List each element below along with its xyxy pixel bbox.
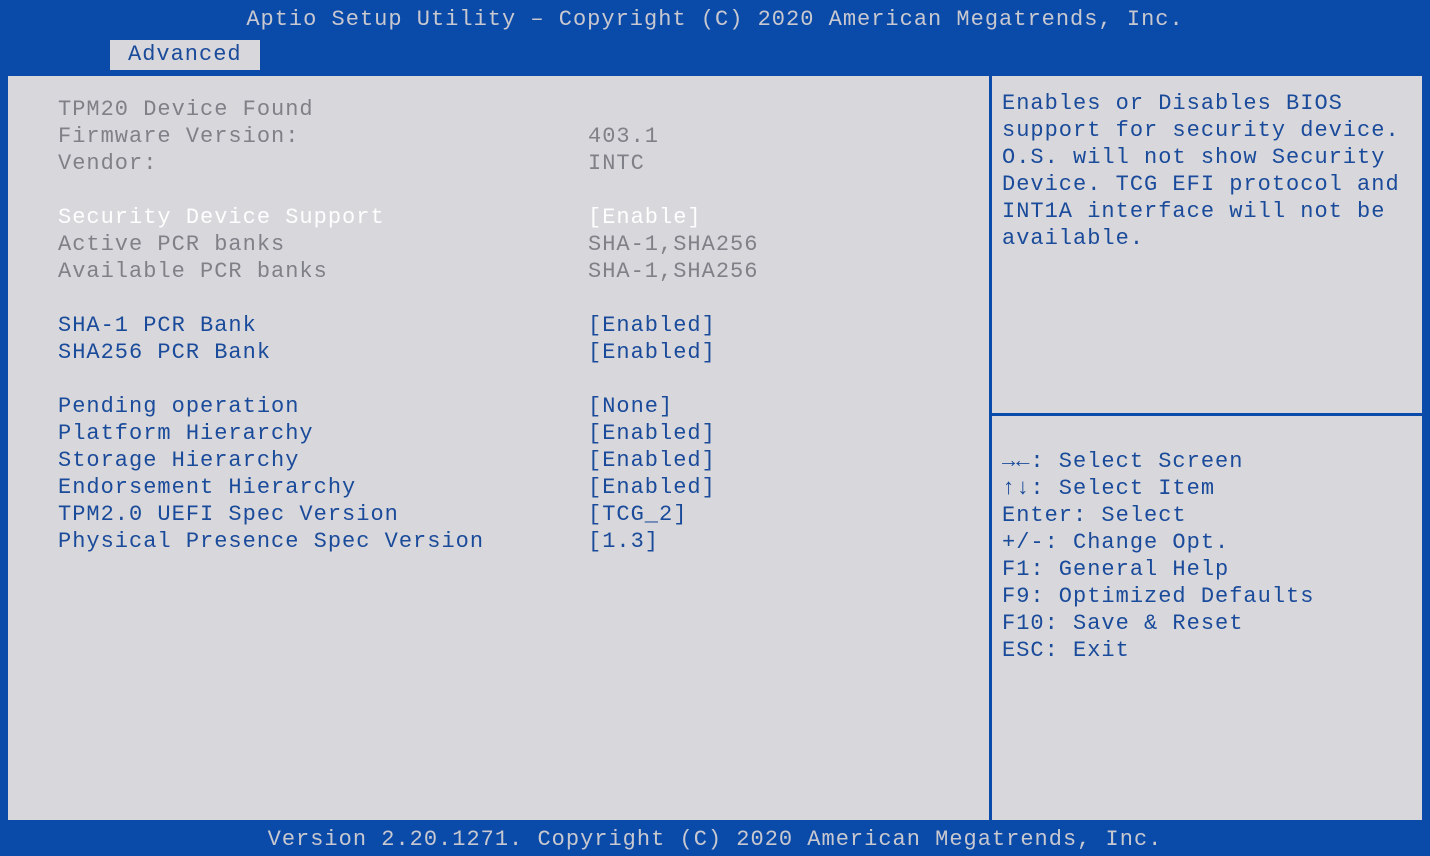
help-line-5: INT1A interface will not be xyxy=(1002,198,1412,225)
sha256-pcr-bank-value: [Enabled] xyxy=(588,339,959,366)
security-device-support-value: [Enable] xyxy=(588,204,959,231)
right-panel: Enables or Disables BIOS support for sec… xyxy=(992,76,1422,820)
nav-change-opt: +/-: Change Opt. xyxy=(1002,529,1412,556)
tpm-device-found-label: TPM20 Device Found xyxy=(58,96,588,123)
platform-hierarchy-label: Platform Hierarchy xyxy=(58,420,588,447)
spacer xyxy=(58,366,959,393)
security-device-support-row[interactable]: Security Device Support [Enable] xyxy=(58,204,959,231)
nav-f1: F1: General Help xyxy=(1002,556,1412,583)
spacer xyxy=(58,285,959,312)
help-line-1: Enables or Disables BIOS xyxy=(1002,90,1412,117)
active-pcr-banks-value: SHA-1,SHA256 xyxy=(588,231,959,258)
storage-hierarchy-label: Storage Hierarchy xyxy=(58,447,588,474)
firmware-version-value: 403.1 xyxy=(588,123,959,150)
nav-select-screen: →←: Select Screen xyxy=(1002,448,1412,475)
tpm-uefi-spec-value: [TCG_2] xyxy=(588,501,959,528)
pending-operation-row[interactable]: Pending operation [None] xyxy=(58,393,959,420)
sha1-pcr-bank-row[interactable]: SHA-1 PCR Bank [Enabled] xyxy=(58,312,959,339)
endorsement-hierarchy-label: Endorsement Hierarchy xyxy=(58,474,588,501)
sha256-pcr-bank-label: SHA256 PCR Bank xyxy=(58,339,588,366)
header-title-bar: Aptio Setup Utility – Copyright (C) 2020… xyxy=(0,0,1430,40)
storage-hierarchy-value: [Enabled] xyxy=(588,447,959,474)
platform-hierarchy-row[interactable]: Platform Hierarchy [Enabled] xyxy=(58,420,959,447)
help-line-6: available. xyxy=(1002,225,1412,252)
tab-bar: Advanced xyxy=(0,40,1430,72)
nav-f9: F9: Optimized Defaults xyxy=(1002,583,1412,610)
nav-select-item: ↑↓: Select Item xyxy=(1002,475,1412,502)
available-pcr-banks-label: Available PCR banks xyxy=(58,258,588,285)
spacer xyxy=(58,177,959,204)
nav-enter: Enter: Select xyxy=(1002,502,1412,529)
active-pcr-banks-label: Active PCR banks xyxy=(58,231,588,258)
active-pcr-banks-row: Active PCR banks SHA-1,SHA256 xyxy=(58,231,959,258)
tab-advanced[interactable]: Advanced xyxy=(110,40,260,70)
tpm-device-found-row: TPM20 Device Found xyxy=(58,96,959,123)
tpm-uefi-spec-row[interactable]: TPM2.0 UEFI Spec Version [TCG_2] xyxy=(58,501,959,528)
storage-hierarchy-row[interactable]: Storage Hierarchy [Enabled] xyxy=(58,447,959,474)
firmware-version-row: Firmware Version: 403.1 xyxy=(58,123,959,150)
sha1-pcr-bank-label: SHA-1 PCR Bank xyxy=(58,312,588,339)
firmware-version-label: Firmware Version: xyxy=(58,123,588,150)
pending-operation-label: Pending operation xyxy=(58,393,588,420)
navigation-help: →←: Select Screen ↑↓: Select Item Enter:… xyxy=(992,416,1422,820)
help-description: Enables or Disables BIOS support for sec… xyxy=(992,76,1422,416)
physical-presence-value: [1.3] xyxy=(588,528,959,555)
sha256-pcr-bank-row[interactable]: SHA256 PCR Bank [Enabled] xyxy=(58,339,959,366)
main-container: TPM20 Device Found Firmware Version: 403… xyxy=(4,72,1426,824)
help-line-2: support for security device. xyxy=(1002,117,1412,144)
physical-presence-row[interactable]: Physical Presence Spec Version [1.3] xyxy=(58,528,959,555)
settings-panel: TPM20 Device Found Firmware Version: 403… xyxy=(8,76,992,820)
footer-text: Version 2.20.1271. Copyright (C) 2020 Am… xyxy=(268,827,1163,852)
security-device-support-label: Security Device Support xyxy=(58,204,588,231)
pending-operation-value: [None] xyxy=(588,393,959,420)
help-line-3: O.S. will not show Security xyxy=(1002,144,1412,171)
endorsement-hierarchy-value: [Enabled] xyxy=(588,474,959,501)
vendor-value: INTC xyxy=(588,150,959,177)
tpm-uefi-spec-label: TPM2.0 UEFI Spec Version xyxy=(58,501,588,528)
vendor-row: Vendor: INTC xyxy=(58,150,959,177)
help-line-4: Device. TCG EFI protocol and xyxy=(1002,171,1412,198)
physical-presence-label: Physical Presence Spec Version xyxy=(58,528,588,555)
tab-advanced-label: Advanced xyxy=(128,42,242,67)
platform-hierarchy-value: [Enabled] xyxy=(588,420,959,447)
nav-esc: ESC: Exit xyxy=(1002,637,1412,664)
available-pcr-banks-value: SHA-1,SHA256 xyxy=(588,258,959,285)
nav-f10: F10: Save & Reset xyxy=(1002,610,1412,637)
footer-bar: Version 2.20.1271. Copyright (C) 2020 Am… xyxy=(0,824,1430,856)
sha1-pcr-bank-value: [Enabled] xyxy=(588,312,959,339)
endorsement-hierarchy-row[interactable]: Endorsement Hierarchy [Enabled] xyxy=(58,474,959,501)
vendor-label: Vendor: xyxy=(58,150,588,177)
header-title: Aptio Setup Utility – Copyright (C) 2020… xyxy=(246,7,1183,32)
available-pcr-banks-row: Available PCR banks SHA-1,SHA256 xyxy=(58,258,959,285)
